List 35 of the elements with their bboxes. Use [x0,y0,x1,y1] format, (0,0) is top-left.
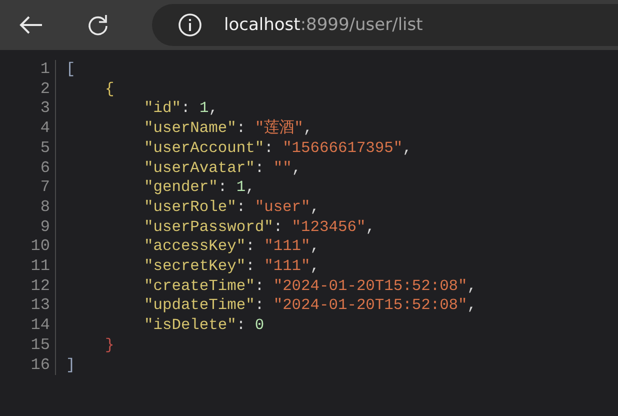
code-line: "updateTime": "2024-01-20T15:52:08", [144,296,477,314]
code-line: "userAvatar": "", [144,158,302,177]
code-line: } [105,336,114,354]
code-line: "userName": "莲酒", [144,119,313,138]
code-line: "accessKey": "111", [144,237,320,256]
code-line: "secretKey": "111", [144,257,320,276]
code-line: "userRole": "user", [144,198,320,216]
line-number: 4 [40,119,50,138]
line-number: 11 [30,257,50,276]
info-icon[interactable] [178,13,202,37]
line-number: 16 [30,356,50,374]
code-line: [ [66,60,76,78]
line-number: 5 [40,138,50,157]
line-number: 6 [40,158,50,177]
line-number: 7 [40,178,50,196]
reload-icon[interactable] [86,13,110,37]
line-number: 8 [40,198,50,216]
line-number: 9 [40,218,50,236]
line-number: 13 [30,296,50,314]
code-line: ] [66,356,76,374]
code-line: "createTime": "2024-01-20T15:52:08", [144,276,477,295]
line-number: 1 [40,60,50,78]
line-number: 14 [30,316,50,334]
code-line: "userPassword": "123456", [144,218,375,236]
line-number: 2 [40,80,50,98]
code-line: "gender": 1, [144,178,255,196]
line-number: 15 [30,336,50,354]
code-line: "userAccount": "15666617395", [144,138,412,157]
back-icon[interactable] [18,15,44,35]
code-line: "isDelete": 0 [144,316,264,334]
code-line: { [105,80,114,98]
code-line: "id": 1, [144,99,218,118]
line-number: 3 [40,99,50,118]
line-number: 12 [30,276,50,295]
line-number: 10 [30,237,50,256]
